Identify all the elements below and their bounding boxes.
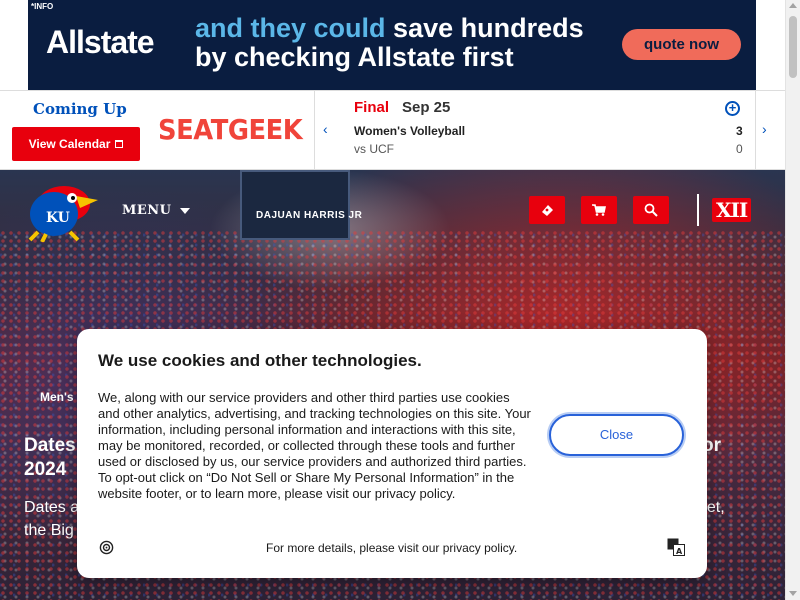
ad-info-label[interactable]: *INFO	[31, 2, 53, 11]
plus-circle-icon[interactable]: +	[725, 101, 740, 116]
svg-text:A: A	[676, 547, 683, 556]
ad-headline-line1: and they could save hundreds	[195, 13, 584, 44]
ad-banner-container: *INFO Allstate and they could save hundr…	[0, 0, 785, 90]
divider	[314, 91, 315, 171]
game-status: Final	[354, 99, 390, 116]
cookie-close-button[interactable]: Close	[549, 414, 684, 456]
hero-category[interactable]: Men's	[40, 390, 74, 404]
team-score: 3	[736, 124, 743, 138]
header-divider	[697, 194, 699, 226]
view-calendar-button[interactable]: View Calendar	[12, 127, 140, 161]
calendar-icon	[115, 140, 124, 148]
ad-logo: Allstate	[46, 24, 155, 60]
cookie-footer-text[interactable]: For more details, please visit our priva…	[266, 541, 517, 555]
privacy-settings-icon[interactable]	[99, 540, 114, 555]
svg-text:KU: KU	[46, 210, 70, 226]
hero-title-left: Dates	[24, 435, 76, 456]
cookie-body: We, along with our service providers and…	[98, 390, 531, 501]
ad-headline-highlight: and they could	[195, 13, 386, 43]
hero-desc-line1: Dates a	[24, 499, 80, 516]
arena-scoreboard	[240, 170, 350, 240]
translate-icon[interactable]: A	[667, 538, 685, 556]
jayhawk-logo[interactable]: KU	[24, 178, 98, 242]
ad-headline-rest: save hundreds	[393, 13, 584, 43]
search-icon	[644, 203, 658, 217]
view-calendar-label: View Calendar	[28, 137, 111, 151]
tickets-button[interactable]	[529, 196, 565, 224]
page-scrollbar[interactable]	[785, 0, 800, 600]
scores-bar: Coming Up View Calendar SEATGEEK ‹ Final…	[0, 90, 785, 171]
menu-button[interactable]: MENU	[122, 203, 190, 218]
scroll-up-arrow-icon[interactable]	[789, 3, 797, 8]
hero-title-line2: 2024	[24, 459, 67, 480]
big12-logo[interactable]: XII	[712, 198, 752, 222]
cookie-title: We use cookies and other technologies.	[98, 351, 422, 370]
search-button[interactable]	[633, 196, 669, 224]
scroll-down-arrow-icon[interactable]	[789, 591, 797, 596]
chevron-left-icon[interactable]: ‹	[323, 121, 328, 137]
menu-label: MENU	[122, 203, 172, 218]
chevron-right-icon[interactable]: ›	[762, 121, 767, 137]
coming-up-heading: Coming Up	[33, 100, 127, 118]
opponent-name: vs UCF	[354, 142, 394, 156]
scrollbar-thumb[interactable]	[789, 16, 797, 78]
ticket-icon	[542, 205, 553, 216]
shopping-cart-icon	[592, 204, 606, 216]
game-date: Sep 25	[402, 99, 451, 116]
cookie-consent-dialog: We use cookies and other technologies. W…	[77, 329, 707, 578]
ad-quote-button[interactable]: quote now	[622, 29, 741, 60]
divider	[755, 91, 756, 171]
ad-headline-line2: by checking Allstate first	[195, 42, 514, 72]
scoreboard-text: DAJUAN HARRIS JR	[256, 210, 363, 221]
team-name: Women's Volleyball	[354, 124, 466, 138]
chevron-down-icon	[179, 207, 190, 214]
ad-banner[interactable]: *INFO Allstate and they could save hundr…	[28, 0, 756, 90]
seatgeek-logo[interactable]: SEATGEEK	[158, 113, 303, 146]
shop-button[interactable]	[581, 196, 617, 224]
opponent-score: 0	[736, 142, 743, 156]
